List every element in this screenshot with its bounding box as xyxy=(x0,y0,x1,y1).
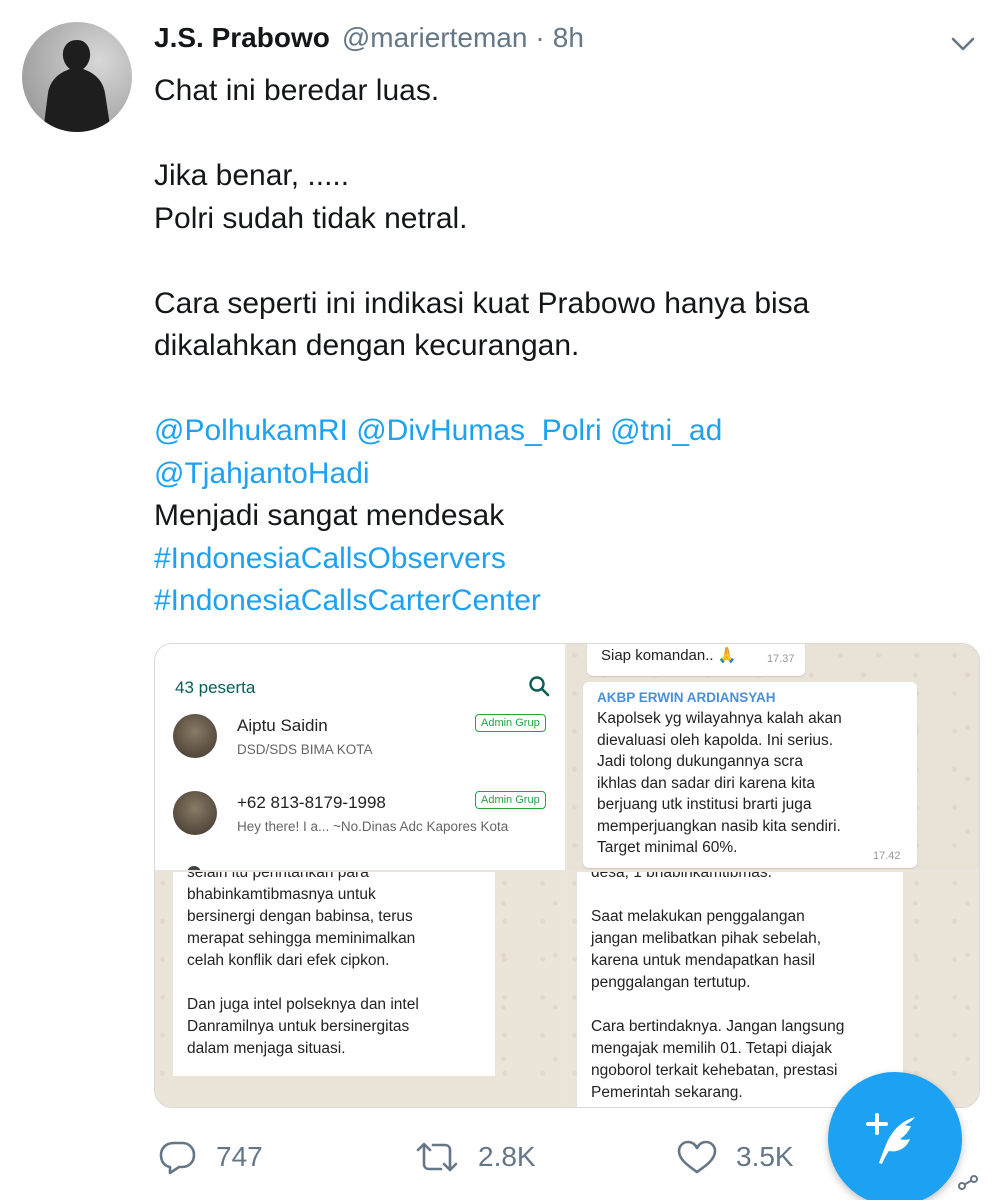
hashtag-line: #IndonesiaCallsCarterCenter xyxy=(154,580,974,623)
message-text-line: dalam menjaga situasi. xyxy=(187,1040,346,1057)
hashtag-link[interactable]: #IndonesiaCallsObservers xyxy=(154,542,506,575)
member-name: Aiptu Saidin xyxy=(237,716,328,735)
message-text-line: jangan melibatkan pihak sebelah, xyxy=(591,930,822,947)
message-text-line: ngoborol terkait kehebatan, prestasi xyxy=(591,1062,838,1079)
tweet-text-line: Menjadi sangat mendesak xyxy=(154,499,505,532)
chat-message-line: Jadi tolong dukungannya scra xyxy=(597,753,803,770)
retweet-count: 2.8K xyxy=(478,1141,536,1172)
group-info-screenshot[interactable]: 43 peserta Aiptu Saidin DSD/SDS BIMA KOT… xyxy=(155,644,565,870)
chat-bubble: AKBP ERWIN ARDIANSYAH Kapolsek yg wilaya… xyxy=(583,682,917,868)
mentions-line-2: @TjahjantoHadi xyxy=(154,453,974,496)
admin-badge: Admin Grup xyxy=(475,714,546,732)
member-avatar xyxy=(173,791,217,835)
tweet-time[interactable]: 8h xyxy=(553,22,584,54)
message-text-line: karena untuk mendapatkan hasil xyxy=(591,952,816,969)
message-text-line: celah konflik dari efek cipkon. xyxy=(187,952,390,969)
member-avatar xyxy=(173,714,217,758)
message-text-line: bhabinkamtibmasnya untuk xyxy=(187,886,376,903)
message-screenshot-right[interactable]: desa, 1 bhabinkamtibmas. Saat melakukan p… xyxy=(567,872,979,1107)
member-status: DSD/SDS BIMA KOTA xyxy=(237,742,373,757)
hashtag-line: #IndonesiaCallsObservers xyxy=(154,538,974,581)
tweet-text-line: Chat ini beredar luas. xyxy=(154,74,440,107)
tweet-text-line: Polri sudah tidak netral. xyxy=(154,201,468,235)
tweet-text-lines: Chat ini beredar luas. Jika benar, ..... P… xyxy=(154,70,974,410)
group-member: Aiptu Saidin DSD/SDS BIMA KOTA Admin Gru… xyxy=(173,714,563,774)
chat-screenshot[interactable]: Siap komandan.. 🙏 17.37 AKBP ERWIN ARDIA… xyxy=(567,644,979,870)
member-status: Hey there! I a... ~No.Dinas Adc Kapores … xyxy=(237,819,509,834)
like-button[interactable]: 3.5K xyxy=(676,1138,794,1176)
message-text-line: Cara bertindaknya. Jangan langsung xyxy=(591,1018,845,1035)
message-text-line: desa, 1 bhabinkamtibmas. xyxy=(591,872,772,881)
message-screenshot-left[interactable]: selain itu perintahkan para bhabinkamtibm… xyxy=(155,872,565,1107)
author-avatar[interactable] xyxy=(22,22,132,132)
tweet-text-line: Jika benar, ..... xyxy=(154,159,350,192)
avatar-silhouette-image xyxy=(43,40,111,132)
search-icon xyxy=(529,676,550,697)
chat-bubble: Siap komandan.. 🙏 17.37 xyxy=(587,644,805,676)
hashtag-link[interactable]: #IndonesiaCallsCarterCenter xyxy=(154,584,541,617)
member-name: +62 813-8179-1998 xyxy=(237,793,386,812)
message-text-line: Dan juga intel polseknya dan intel xyxy=(187,996,419,1013)
tweet-text-line: dikalahkan dengan kecurangan. xyxy=(154,329,580,362)
message-text-line: Pemerintah sekarang. xyxy=(591,1084,743,1101)
mention-link[interactable]: @DivHumas_Polri xyxy=(356,414,602,447)
chat-message-line: Target minimal 60%. xyxy=(597,839,738,856)
message-text-line: Danramilnya untuk bersinergitas xyxy=(187,1018,410,1035)
author-handle[interactable]: @marierteman xyxy=(342,22,528,54)
tweet-header: J.S. Prabowo @marierteman · 8h xyxy=(154,22,584,62)
chat-sender: AKBP ERWIN ARDIANSYAH xyxy=(597,690,776,705)
message-text-block: selain itu perintahkan para bhabinkamtibm… xyxy=(173,872,495,1076)
chat-timestamp: 17.42 xyxy=(873,850,901,862)
chat-message-line: Kapolsek yg wilayahnya kalah akan xyxy=(597,710,842,727)
retweet-button[interactable]: 2.8K xyxy=(414,1138,536,1176)
share-icon[interactable] xyxy=(956,1174,980,1198)
member-avatar xyxy=(187,866,201,870)
chat-message-line: ikhlas dan sadar diri karena kita xyxy=(597,774,815,792)
retweet-icon xyxy=(416,1142,458,1172)
chevron-down-icon[interactable] xyxy=(946,30,980,58)
author-name[interactable]: J.S. Prabowo xyxy=(154,22,330,54)
tweet-text-line: Cara seperti ini indikasi kuat Prabowo h… xyxy=(154,286,810,320)
message-text-line: selain itu perintahkan para xyxy=(187,872,369,881)
reply-count: 747 xyxy=(216,1141,263,1172)
reply-icon xyxy=(159,1141,196,1175)
message-text-line: mengajak memilih 01. Tetapi diajak xyxy=(591,1040,832,1057)
chat-message-line: memperjuangkan nasib kita sendiri. xyxy=(597,817,841,835)
heart-icon xyxy=(677,1140,717,1174)
mentions-line-1: @PolhukamRI @DivHumas_Polri @tni_ad xyxy=(154,410,974,453)
chat-message-line: berjuang utk institusi brarti juga xyxy=(597,796,812,813)
group-member: +62 813-8179-1998 Hey there! I a... ~No.… xyxy=(173,791,563,851)
message-text-line: merapat sehingga meminimalkan xyxy=(187,930,416,947)
mention-link[interactable]: @PolhukamRI xyxy=(154,414,348,447)
message-text-line: penggalangan tertutup. xyxy=(591,974,751,991)
chat-message: Siap komandan.. 🙏 xyxy=(601,647,737,664)
like-count: 3.5K xyxy=(736,1141,794,1172)
compose-tweet-button[interactable] xyxy=(828,1072,962,1200)
mention-link[interactable]: @TjahjantoHadi xyxy=(154,457,370,490)
message-text-line: Saat melakukan penggalangan xyxy=(591,908,805,925)
message-text-block: desa, 1 bhabinkamtibmas. Saat melakukan p… xyxy=(577,872,903,1107)
mention-link[interactable]: @tni_ad xyxy=(610,414,722,447)
tweet-media-grid[interactable]: 43 peserta Aiptu Saidin DSD/SDS BIMA KOT… xyxy=(154,643,980,1108)
header-separator: · xyxy=(535,22,545,53)
reply-button[interactable]: 747 xyxy=(158,1138,263,1176)
admin-badge: Admin Grup xyxy=(475,791,546,809)
message-text-line: bersinergi dengan babinsa, terus xyxy=(187,908,413,925)
members-count: 43 peserta xyxy=(175,678,256,697)
tweet-body: Chat ini beredar luas. Jika benar, ..... P… xyxy=(154,70,974,623)
compose-tweet-icon xyxy=(866,1113,915,1164)
chat-message-line: dievaluasi oleh kapolda. Ini serius. xyxy=(597,731,834,749)
chat-timestamp: 17.37 xyxy=(767,653,795,665)
